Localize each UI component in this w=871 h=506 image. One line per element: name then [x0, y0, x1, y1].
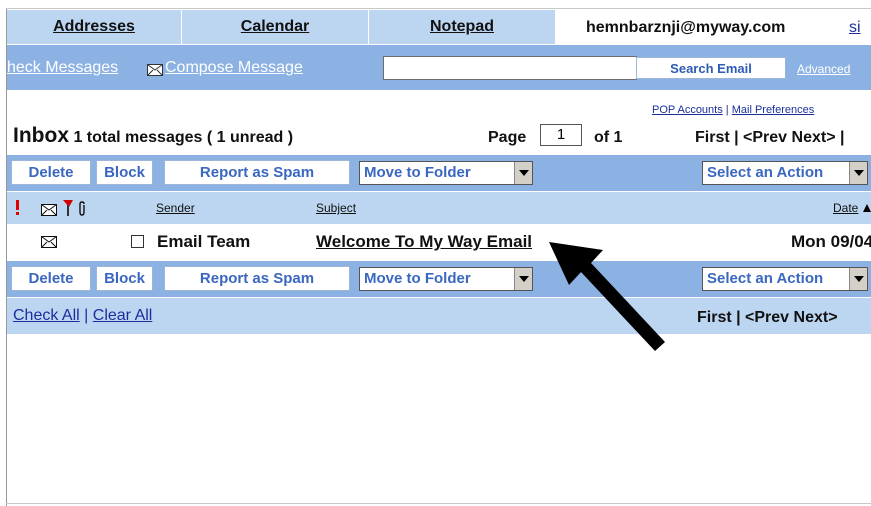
- move-to-folder-value: Move to Folder: [364, 164, 471, 181]
- chevron-down-icon[interactable]: [514, 162, 532, 184]
- message-sender[interactable]: Email Team: [157, 232, 250, 252]
- report-spam-button[interactable]: Report as Spam: [164, 160, 350, 185]
- move-to-folder-select[interactable]: Move to Folder: [359, 161, 533, 185]
- action-bar-bottom: Delete Block Report as Spam Move to Fold…: [7, 261, 871, 297]
- move-to-folder-select[interactable]: Move to Folder: [359, 267, 533, 291]
- selection-links: Check All | Clear All: [13, 307, 152, 325]
- action-bar-top: Delete Block Report as Spam Move to Fold…: [7, 155, 871, 191]
- tab-notepad-label[interactable]: Notepad: [430, 18, 494, 36]
- user-email: hemnbarznji@myway.com: [586, 19, 786, 36]
- page-title: Inbox: [13, 124, 69, 147]
- search-input[interactable]: [383, 56, 637, 80]
- sort-ascending-icon[interactable]: [863, 204, 871, 212]
- pager-bottom[interactable]: First | <Prev Next>: [697, 309, 838, 327]
- advanced-search-link[interactable]: Advanced: [797, 62, 850, 76]
- links-separator: |: [725, 104, 729, 116]
- mail-toolbar: heck Messages Compose Message Search Ema…: [7, 45, 871, 90]
- block-button[interactable]: Block: [96, 160, 153, 185]
- sign-out-link[interactable]: si: [849, 19, 861, 37]
- select-action-select[interactable]: Select an Action: [702, 161, 868, 185]
- sender-column-header[interactable]: Sender: [156, 201, 195, 215]
- mail-window: Addresses Calendar Notepad hemnbarznji@m…: [0, 0, 871, 506]
- account-links: POP Accounts | Mail Preferences: [652, 104, 814, 116]
- envelope-icon: [41, 204, 57, 216]
- page-label: Page: [488, 129, 527, 146]
- footer-separator: |: [84, 307, 89, 324]
- mail-preferences-link[interactable]: Mail Preferences: [732, 104, 815, 116]
- select-action-value: Select an Action: [707, 270, 824, 287]
- flag-icon: [63, 200, 73, 216]
- delete-button[interactable]: Delete: [11, 160, 91, 185]
- tab-calendar-label[interactable]: Calendar: [241, 18, 309, 36]
- check-all-link[interactable]: Check All: [13, 307, 80, 324]
- chevron-down-icon[interactable]: [849, 162, 867, 184]
- window-border-bottom: [6, 503, 871, 504]
- select-action-select[interactable]: Select an Action: [702, 267, 868, 291]
- date-column-header[interactable]: Date: [833, 201, 858, 215]
- search-email-button[interactable]: Search Email: [636, 57, 786, 79]
- select-action-value: Select an Action: [707, 164, 824, 181]
- chevron-down-icon[interactable]: [514, 268, 532, 290]
- column-header-row: Sender Subject Date: [7, 192, 871, 224]
- tab-addresses[interactable]: Addresses: [7, 10, 182, 44]
- attachment-icon: [79, 201, 85, 216]
- message-checkbox[interactable]: [131, 235, 144, 248]
- footer-bar: Check All | Clear All First | <Prev Next…: [7, 298, 871, 334]
- pointer-arrow-icon: [549, 242, 665, 351]
- tab-notepad[interactable]: Notepad: [369, 10, 556, 44]
- clear-all-link[interactable]: Clear All: [93, 307, 153, 324]
- message-date: Mon 09/04: [791, 232, 871, 251]
- check-messages-link[interactable]: heck Messages: [7, 59, 118, 77]
- user-area: hemnbarznji@myway.com si: [556, 10, 871, 44]
- inbox-heading: Inbox 1 total messages ( 1 unread ): [13, 124, 293, 148]
- delete-button[interactable]: Delete: [11, 266, 91, 291]
- pager-top[interactable]: First | <Prev Next> |: [695, 129, 844, 147]
- page-total: of 1: [594, 129, 623, 146]
- unread-envelope-icon: [41, 236, 57, 248]
- priority-icon: [16, 200, 19, 215]
- tab-addresses-label[interactable]: Addresses: [53, 18, 135, 36]
- compose-message-link[interactable]: Compose Message: [165, 59, 303, 77]
- message-count: 1 total messages ( 1 unread ): [73, 129, 294, 146]
- envelope-icon: [147, 64, 163, 76]
- page-number-input[interactable]: 1: [540, 124, 582, 146]
- tab-calendar[interactable]: Calendar: [182, 10, 369, 44]
- window-border-top: [6, 8, 871, 9]
- block-button[interactable]: Block: [96, 266, 153, 291]
- subject-column-header[interactable]: Subject: [316, 201, 356, 215]
- pop-accounts-link[interactable]: POP Accounts: [652, 104, 723, 116]
- move-to-folder-value: Move to Folder: [364, 270, 471, 287]
- message-subject-link[interactable]: Welcome To My Way Email: [316, 232, 532, 252]
- report-spam-button[interactable]: Report as Spam: [164, 266, 350, 291]
- chevron-down-icon[interactable]: [849, 268, 867, 290]
- table-row[interactable]: Email Team Welcome To My Way Email Mon 0…: [7, 225, 871, 258]
